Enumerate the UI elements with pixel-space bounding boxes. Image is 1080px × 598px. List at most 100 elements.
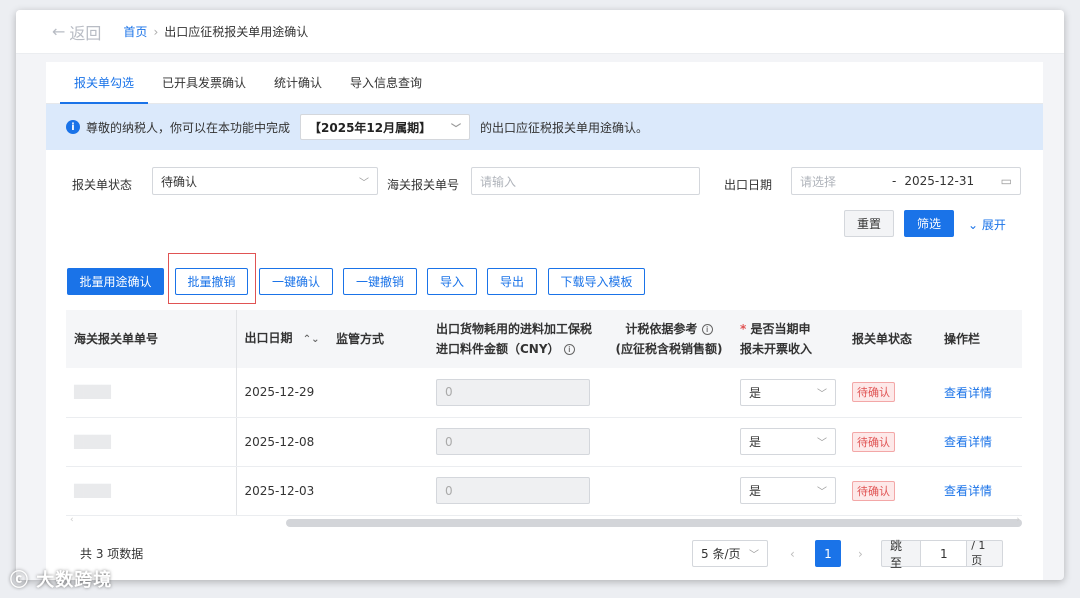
download-template-button[interactable]: 下载导入模板 [548, 268, 645, 295]
view-details-link[interactable]: 查看详情 [944, 484, 992, 498]
horizontal-scrollbar[interactable]: ‹ › [66, 515, 1022, 527]
export-date-range-picker[interactable]: 请选择 - 2025-12-31 ▭ [791, 167, 1021, 195]
back-button[interactable]: ← 返回 [52, 20, 101, 44]
col-amount-line1: 出口货物耗用的进料加工保税 [436, 322, 593, 336]
help-icon[interactable]: i [701, 324, 713, 335]
page-size-select[interactable]: 5 条/页 ﹀ [692, 540, 768, 567]
tab-customs-select[interactable]: 报关单勾选 [60, 74, 149, 104]
batch-confirm-button[interactable]: 批量用途确认 [67, 268, 164, 295]
current-period-value: 是 [749, 484, 762, 498]
required-mark: * [740, 322, 747, 336]
notice-suffix: 的出口应征税报关单用途确认。 [480, 120, 649, 135]
filter-actions: 重置 筛选 ⌄ 展开 [46, 210, 1043, 252]
help-icon[interactable]: i [563, 344, 575, 355]
chevron-down-icon: ﹀ [817, 438, 827, 449]
scroll-right-icon[interactable]: › [1016, 515, 1020, 525]
tab-invoiced-confirm[interactable]: 已开具发票确认 [148, 74, 260, 103]
chevron-down-icon: ﹀ [817, 487, 827, 498]
status-badge: 待确认 [852, 382, 895, 403]
cell-customs-no: ████ [66, 417, 237, 467]
amount-input[interactable]: 0 [436, 477, 590, 504]
breadcrumb-current: 出口应征税报关单用途确认 [164, 25, 309, 39]
col-export-date[interactable]: 出口日期 ⌃⌄ [236, 310, 328, 368]
cell-actions: 查看详情 [936, 417, 1022, 467]
sort-icon[interactable]: ⌃⌄ [303, 334, 320, 345]
col-current-period-line1: 是否当期申 [750, 322, 811, 336]
notice-prefix: 尊敬的纳税人，你可以在本功能中完成 [86, 120, 291, 135]
page-size-value: 5 条/页 [701, 547, 741, 561]
customs-no-placeholder: 请输入 [480, 174, 517, 189]
expand-label: 展开 [981, 218, 1006, 232]
page-button-current[interactable]: 1 [815, 540, 841, 567]
next-page-icon[interactable]: › [858, 540, 863, 567]
amount-input[interactable]: 0 [436, 428, 590, 455]
tab-bar: 报关单勾选 已开具发票确认 统计确认 导入信息查询 [46, 62, 1043, 104]
col-tax-basis-line2: (应征税含税销售额) [615, 342, 723, 356]
date-end-value: 2025-12-31 [904, 174, 975, 188]
cell-amount: 0 [428, 368, 606, 418]
col-current-period: * 是否当期申 报未开票收入 [732, 310, 844, 368]
customs-no-label: 海关报关单号 [387, 178, 460, 192]
expand-toggle[interactable]: ⌄ 展开 [968, 216, 1006, 233]
page-jump-input[interactable]: 1 [920, 541, 968, 566]
period-value: 【2025年12月属期】 [309, 120, 432, 135]
total-count: 共 3 项数据 [80, 547, 144, 561]
scroll-left-icon[interactable]: ‹ [70, 515, 74, 525]
top-bar: ← 返回 首页 › 出口应征税报关单用途确认 [16, 10, 1064, 54]
cell-status: 待确认 [844, 417, 936, 467]
chevron-down-icon: ﹀ [359, 177, 369, 189]
breadcrumb-home[interactable]: 首页 [123, 23, 147, 40]
col-current-period-line2: 报未开票收入 [740, 342, 813, 356]
date-separator: - [892, 174, 897, 188]
filter-button[interactable]: 筛选 [904, 210, 954, 237]
chevron-down-icon: ﹀ [817, 388, 827, 400]
cell-supervision [328, 368, 428, 418]
status-badge: 待确认 [852, 431, 895, 452]
col-tax-basis: 计税依据参考 i (应征税含税销售额) [606, 310, 732, 368]
watermark-icon: ⓒ [10, 570, 29, 591]
cell-current-period: 是 ﹀ [732, 417, 844, 467]
period-select[interactable]: 【2025年12月属期】 ﹀ [300, 114, 471, 140]
chevron-down-icon: ⌄ [968, 218, 979, 232]
cell-status: 待确认 [844, 368, 936, 418]
col-export-date-label: 出口日期 [244, 331, 293, 345]
current-period-select[interactable]: 是 ﹀ [740, 428, 836, 455]
col-tax-basis-line1: 计税依据参考 [625, 322, 698, 336]
export-date-label: 出口日期 [724, 178, 773, 192]
cell-amount: 0 [428, 417, 606, 467]
current-period-select[interactable]: 是 ﹀ [740, 378, 836, 406]
view-details-link[interactable]: 查看详情 [944, 435, 992, 449]
import-button[interactable]: 导入 [427, 268, 477, 295]
cell-current-period: 是 ﹀ [732, 466, 844, 516]
customs-no-input[interactable]: 请输入 [471, 167, 700, 195]
status-filter-label: 报关单状态 [72, 178, 133, 192]
one-click-cancel-button[interactable]: 一键撤销 [343, 268, 417, 295]
chevron-down-icon: ﹀ [749, 550, 759, 561]
table-header-row: 海关报关单单号 出口日期 ⌃⌄ 监管方式 出口货物耗用的进料加工保税 进口料件金… [66, 310, 1022, 368]
amount-input[interactable]: 0 [436, 378, 590, 406]
scroll-thumb[interactable] [286, 519, 1022, 527]
blurred-text: ████ [74, 483, 111, 498]
cell-status: 待确认 [844, 466, 936, 516]
date-start-placeholder: 请选择 [800, 174, 837, 189]
one-click-confirm-button[interactable]: 一键确认 [259, 268, 333, 295]
cell-tax-basis [606, 368, 732, 418]
col-status: 报关单状态 [844, 310, 936, 368]
table-row: ████ 2025-12-08 0 是 ﹀ 待确认 查看详情 [66, 417, 1022, 467]
jump-label: 跳至 [890, 538, 903, 570]
table-row: ████ 2025-12-03 0 是 ﹀ 待确认 查看详情 [66, 466, 1022, 516]
col-customs-no: 海关报关单单号 [66, 310, 237, 368]
reset-button[interactable]: 重置 [844, 210, 894, 237]
col-amount-line2: 进口料件金额（CNY） [436, 342, 560, 356]
status-select[interactable]: 待确认 ﹀ [152, 167, 378, 195]
main-panel: 报关单勾选 已开具发票确认 统计确认 导入信息查询 i 尊敬的纳税人，你可以在本… [46, 62, 1043, 580]
cell-supervision [328, 417, 428, 467]
tab-statistics-confirm[interactable]: 统计确认 [260, 74, 336, 103]
tab-import-query[interactable]: 导入信息查询 [336, 74, 436, 103]
view-details-link[interactable]: 查看详情 [944, 386, 992, 400]
current-period-select[interactable]: 是 ﹀ [740, 477, 836, 504]
prev-page-icon[interactable]: ‹ [790, 540, 795, 567]
col-actions: 操作栏 [936, 310, 1022, 368]
export-button[interactable]: 导出 [487, 268, 537, 295]
calendar-icon: ▭ [1000, 174, 1012, 188]
